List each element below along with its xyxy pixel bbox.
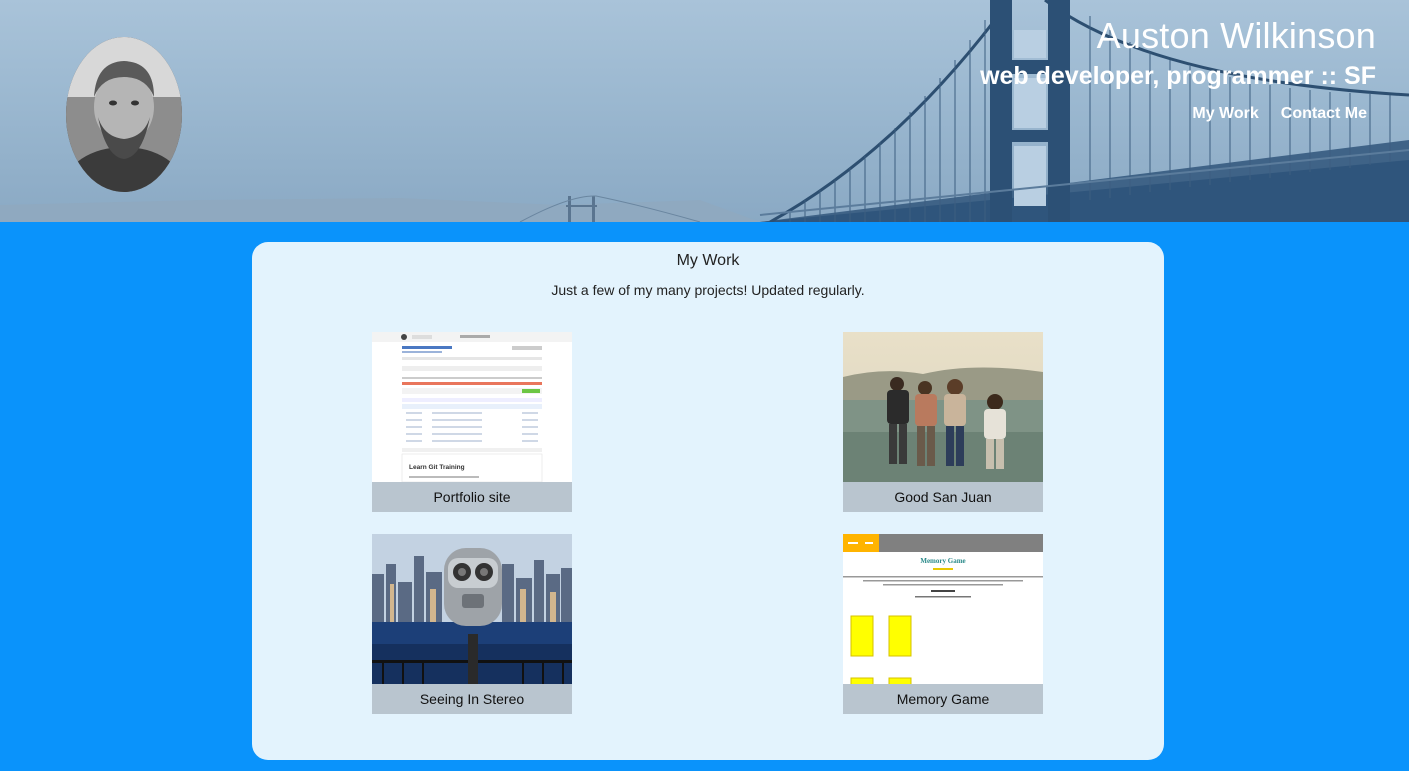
- project-tile-memory-game[interactable]: Memory Game Memory Game: [843, 534, 1043, 714]
- thumbnail-title-text: Memory Game: [920, 557, 965, 565]
- project-tile-portfolio-site[interactable]: Learn Git Training Portfolio site: [372, 332, 572, 512]
- thumbnail-heading-text: Learn Git Training: [409, 464, 465, 471]
- site-title-block: Auston Wilkinson web developer, programm…: [980, 14, 1376, 93]
- nav-link-my-work[interactable]: My Work: [1192, 103, 1258, 125]
- project-thumbnail: [372, 534, 572, 684]
- profile-avatar: [66, 37, 182, 192]
- section-title: My Work: [676, 252, 740, 269]
- site-owner-name: Auston Wilkinson: [1096, 15, 1376, 56]
- project-caption: Seeing In Stereo: [372, 684, 572, 714]
- project-caption: Memory Game: [843, 684, 1043, 714]
- hero-header: Auston Wilkinson web developer, programm…: [0, 0, 1409, 222]
- project-thumbnail: Learn Git Training: [372, 332, 572, 482]
- project-thumbnail: Memory Game: [843, 534, 1043, 684]
- nav-link-contact-me[interactable]: Contact Me: [1281, 103, 1367, 125]
- project-thumbnail: [843, 332, 1043, 482]
- project-tile-seeing-in-stereo[interactable]: Seeing In Stereo: [372, 534, 572, 714]
- project-caption: Good San Juan: [843, 482, 1043, 512]
- section-subtitle: Just a few of my many projects! Updated …: [551, 282, 865, 298]
- my-work-section: My Work Just a few of my many projects! …: [252, 242, 1164, 760]
- project-caption: Portfolio site: [372, 482, 572, 512]
- main-nav: My Work Contact Me: [1192, 103, 1367, 125]
- project-tile-good-san-juan[interactable]: Good San Juan: [843, 332, 1043, 512]
- site-tagline: web developer, programmer :: SF: [980, 62, 1376, 90]
